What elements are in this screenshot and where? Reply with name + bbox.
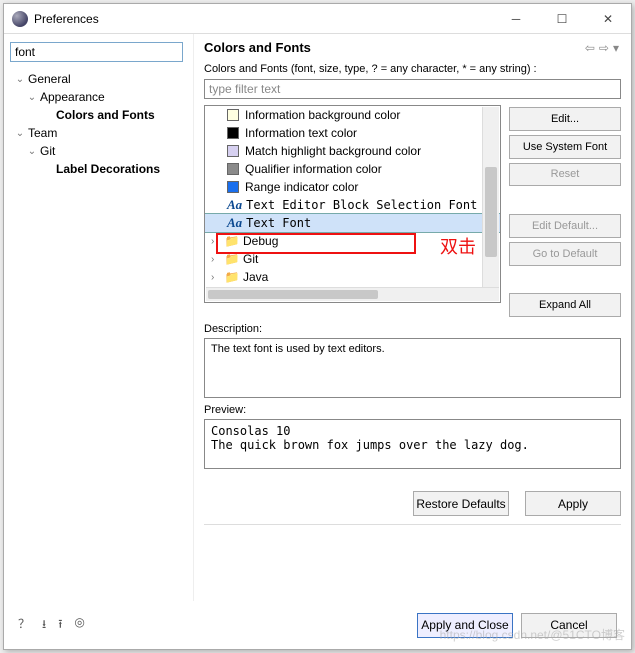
page-hint: Colors and Fonts (font, size, type, ? = … [204,63,621,75]
export-icon[interactable]: ⭱ [58,615,62,636]
folder-git[interactable]: ›📁Git [205,250,500,268]
help-icon[interactable]: ？ [18,615,30,636]
edit-button[interactable]: Edit... [509,107,621,131]
sidebar: font ⌄General ⌄Appearance Colors and Fon… [4,34,194,601]
font-icon: Aa [227,215,242,231]
dialog-footer: ？ ⭳ ⭱ ◎ Apply and Close Cancel https://b… [4,601,631,649]
button-column: Edit... Use System Font Reset Edit Defau… [509,105,621,317]
minimize-button[interactable]: ─ [493,4,539,34]
folder-icon: 📁 [224,270,240,284]
app-icon [12,11,28,27]
preview-label: Preview: [204,404,621,416]
forward-icon[interactable]: ⇨ [597,41,611,55]
list-item[interactable]: Match highlight background color [205,142,500,160]
tree-item-label-decorations[interactable]: Label Decorations [10,160,189,178]
tree-item-general[interactable]: ⌄General [10,70,189,88]
list-item[interactable]: Information text color [205,124,500,142]
tree-item-git[interactable]: ⌄Git [10,142,189,160]
preview-box: Consolas 10 The quick brown fox jumps ov… [204,419,621,469]
horizontal-scrollbar[interactable] [206,287,499,301]
font-list[interactable]: Information background color Information… [204,105,501,303]
preferences-window: Preferences ─ ☐ ✕ font ⌄General ⌄Appeara… [3,3,632,650]
folder-java[interactable]: ›📁Java [205,268,500,286]
maximize-button[interactable]: ☐ [539,4,585,34]
watermark: https://blog.csdn.net/@51CTO博客 [440,626,625,643]
close-button[interactable]: ✕ [585,4,631,34]
restore-defaults-button[interactable]: Restore Defaults [413,491,509,516]
list-item-selected[interactable]: AaText Font [205,214,500,232]
tree-item-colors-fonts[interactable]: Colors and Fonts [10,106,189,124]
category-tree: ⌄General ⌄Appearance Colors and Fonts ⌄T… [8,68,189,601]
edit-default-button[interactable]: Edit Default... [509,214,621,238]
expand-all-button[interactable]: Expand All [509,293,621,317]
go-to-default-button[interactable]: Go to Default [509,242,621,266]
description-label: Description: [204,323,621,335]
back-icon[interactable]: ⇦ [583,41,597,55]
font-list-wrap: Information background color Information… [204,105,501,317]
import-icon[interactable]: ⭳ [42,615,46,636]
tree-item-team[interactable]: ⌄Team [10,124,189,142]
list-item[interactable]: AaText Editor Block Selection Font [205,196,500,214]
menu-icon[interactable]: ▾ [611,41,621,55]
tree-item-appearance[interactable]: ⌄Appearance [10,88,189,106]
titlebar: Preferences ─ ☐ ✕ [4,4,631,34]
folder-debug[interactable]: ›📁Debug [205,232,500,250]
use-system-font-button[interactable]: Use System Font [509,135,621,159]
list-item[interactable]: Qualifier information color [205,160,500,178]
reset-button[interactable]: Reset [509,163,621,187]
list-item[interactable]: Information background color [205,106,500,124]
apply-button[interactable]: Apply [525,491,621,516]
page-title: Colors and Fonts [204,40,583,55]
font-icon: Aa [227,197,242,213]
page: Colors and Fonts ⇦ ⇨ ▾ Colors and Fonts … [194,34,631,601]
window-title: Preferences [34,12,493,26]
vertical-scrollbar[interactable] [482,107,499,301]
record-icon[interactable]: ◎ [74,615,84,636]
filter-input[interactable]: font [10,42,183,62]
description-box: The text font is used by text editors. [204,338,621,398]
folder-icon: 📁 [224,252,240,266]
list-item[interactable]: Range indicator color [205,178,500,196]
type-filter-input[interactable]: type filter text [204,79,621,99]
folder-icon: 📁 [224,234,240,248]
